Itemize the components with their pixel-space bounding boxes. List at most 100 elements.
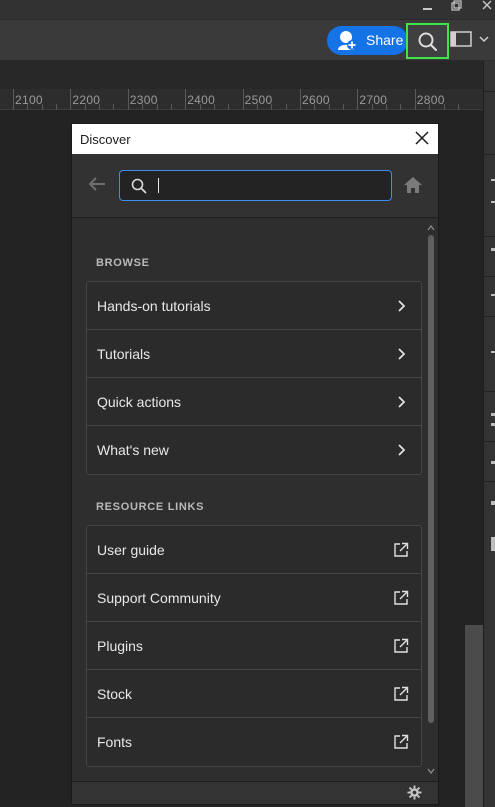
minimize-icon[interactable] <box>418 0 438 14</box>
resource-item-plugins[interactable]: Plugins <box>87 622 421 670</box>
chevron-right-icon <box>393 346 409 362</box>
external-link-icon <box>393 590 409 606</box>
ruler-minor-tick <box>400 104 402 110</box>
ruler-minor-tick <box>429 104 431 110</box>
ruler-minor-tick <box>113 104 115 110</box>
ruler-label: 2500 <box>244 93 273 107</box>
panel-marker <box>491 461 495 464</box>
browse-item-label: Tutorials <box>97 346 151 362</box>
share-button[interactable]: Share <box>327 26 408 55</box>
resource-links-heading: RESOURCE LINKS <box>96 501 205 513</box>
external-link-icon <box>393 542 409 558</box>
browse-item-what-s-new[interactable]: What's new <box>87 426 421 474</box>
ruler-label: 2700 <box>359 93 388 107</box>
ruler-minor-tick <box>457 104 459 110</box>
close-window-icon[interactable] <box>477 0 495 14</box>
discover-footer <box>72 781 438 804</box>
horizontal-ruler: 2100 2200 2300 2400 2500 2600 2700 2800 <box>0 89 483 110</box>
ruler-label: 2300 <box>129 93 158 107</box>
browse-item-tutorials[interactable]: Tutorials <box>87 330 421 378</box>
ruler-minor-tick <box>386 104 388 110</box>
panel-marker <box>491 179 495 181</box>
external-link-icon <box>393 686 409 702</box>
discover-search-input[interactable] <box>119 170 392 201</box>
scroll-down-icon[interactable] <box>427 768 435 774</box>
scrollbar-thumb[interactable] <box>428 235 434 723</box>
restore-icon[interactable] <box>446 0 466 14</box>
ruler-tick <box>127 89 129 110</box>
back-arrow-icon[interactable] <box>87 176 107 192</box>
chevron-right-icon <box>393 298 409 314</box>
chevron-down-icon[interactable] <box>478 33 490 45</box>
panel-marker <box>491 351 495 353</box>
ruler-tick <box>242 89 244 110</box>
ruler-minor-tick <box>314 104 316 110</box>
resource-item-fonts[interactable]: Fonts <box>87 718 421 766</box>
browse-heading: BROWSE <box>96 257 150 269</box>
window-title-bar <box>0 0 495 20</box>
resource-item-support-community[interactable]: Support Community <box>87 574 421 622</box>
ruler-tick <box>414 89 416 110</box>
right-panel-strip <box>483 61 495 807</box>
ruler-tick <box>185 89 187 110</box>
ruler-label: 2600 <box>302 93 330 107</box>
resource-item-label: Support Community <box>97 590 221 606</box>
browse-item-label: Hands-on tutorials <box>97 298 211 314</box>
browse-item-quick-actions[interactable]: Quick actions <box>87 378 421 426</box>
ruler-tick <box>13 89 14 110</box>
resource-links-list: User guide Support Community Plugins Stock F… <box>86 525 422 767</box>
chevron-right-icon <box>393 442 409 458</box>
resource-item-label: User guide <box>97 542 165 558</box>
ruler-minor-tick <box>170 104 172 110</box>
ruler-minor-tick <box>271 104 273 110</box>
browse-item-hands-on-tutorials[interactable]: Hands-on tutorials <box>87 282 421 330</box>
browse-item-label: Quick actions <box>97 394 182 410</box>
search-icon <box>131 178 147 194</box>
home-icon[interactable] <box>403 176 423 194</box>
browse-item-label: What's new <box>97 442 169 458</box>
ruler-tick <box>300 89 301 110</box>
ruler-minor-tick <box>27 104 29 110</box>
gear-icon[interactable] <box>407 785 422 800</box>
document-tab-row <box>0 61 483 89</box>
resource-item-label: Fonts <box>97 734 133 750</box>
panel-layout-icon[interactable] <box>450 30 472 48</box>
external-link-icon <box>393 734 409 750</box>
panel-marker <box>491 294 495 296</box>
share-user-icon <box>338 31 357 50</box>
discover-title: Discover <box>80 132 131 147</box>
panel-marker <box>491 413 495 416</box>
browse-list: Hands-on tutorials Tutorials Quick actions… <box>86 281 422 475</box>
discover-panel: Discover BROWSE Hands-on tutorials Tutori… <box>71 123 439 805</box>
scroll-up-icon[interactable] <box>427 225 435 231</box>
panel-marker <box>491 248 495 251</box>
canvas-scrollbar[interactable] <box>465 625 483 807</box>
ruler-minor-tick <box>256 104 258 110</box>
ruler-minor-tick <box>371 104 373 110</box>
resource-item-user-guide[interactable]: User guide <box>87 526 421 574</box>
discover-scrollbar[interactable] <box>424 219 438 781</box>
ruler-minor-tick <box>199 104 201 110</box>
discover-content: BROWSE Hands-on tutorials Tutorials Quick … <box>72 219 438 781</box>
ruler-minor-tick <box>156 104 158 110</box>
ruler-minor-tick <box>213 104 215 110</box>
panel-marker <box>491 201 495 203</box>
ruler-minor-tick <box>343 104 345 110</box>
ruler-tick <box>357 89 359 110</box>
ruler-label: 2400 <box>187 93 216 107</box>
panel-marker <box>491 423 495 426</box>
ruler-label: 2800 <box>416 93 445 107</box>
external-link-icon <box>393 638 409 654</box>
ruler-minor-tick <box>99 104 101 110</box>
discover-search-button[interactable] <box>406 23 449 59</box>
search-icon <box>418 32 438 52</box>
ruler-minor-tick <box>443 104 445 110</box>
resource-item-stock[interactable]: Stock <box>87 670 421 718</box>
share-label: Share <box>366 32 404 48</box>
close-icon[interactable] <box>414 130 430 146</box>
options-bar: Share <box>0 20 495 61</box>
ruler-minor-tick <box>41 104 43 110</box>
ruler-label: 2100 <box>15 93 43 107</box>
resource-item-label: Stock <box>97 686 133 702</box>
text-cursor <box>158 178 159 193</box>
